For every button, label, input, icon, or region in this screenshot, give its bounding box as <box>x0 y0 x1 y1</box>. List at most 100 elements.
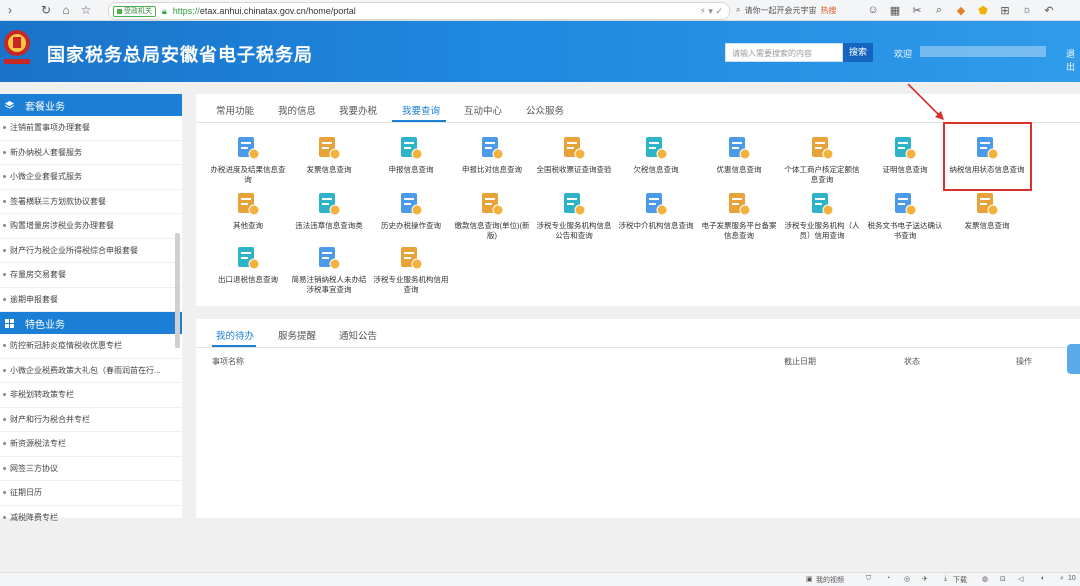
reload-icon[interactable]: ↻ <box>36 0 56 20</box>
scissors-icon[interactable]: ✂ <box>906 0 928 20</box>
site-header: 国家税务总局安徽省电子税务局 请输入需要搜索的内容 搜索 欢迎 退出 <box>0 21 1080 82</box>
sidebar-item-label: 防控新冠肺炎疫情税收优惠专栏 <box>10 341 122 351</box>
video-icon[interactable]: ▣ <box>806 575 813 583</box>
site-search-input[interactable]: 请输入需要搜索的内容 <box>725 43 843 62</box>
bottom-tab-0[interactable]: 我的待办 <box>216 328 254 342</box>
tab-5[interactable]: 公众服务 <box>526 103 564 117</box>
bookmark-star-icon[interactable]: ☆ <box>76 0 96 20</box>
home-icon[interactable]: ⌂ <box>56 0 76 20</box>
service-item-10[interactable]: 其他查询 <box>208 190 288 231</box>
sidebar-item-featured-5[interactable]: 网签三方协议 <box>0 457 182 481</box>
service-label: 发票信息查询 <box>964 221 1010 230</box>
highlight-box <box>943 122 1032 191</box>
browser-icon[interactable]: ◍ <box>982 575 988 583</box>
sidebar-item-package-3[interactable]: 签署横联三方划款协议套餐 <box>0 190 182 214</box>
service-item-11[interactable]: 违法违章信息查询类 <box>289 190 369 231</box>
service-label: 证明信息查询 <box>882 165 928 174</box>
volume-icon[interactable]: ◖ <box>1040 575 1044 582</box>
bottom-tab-1[interactable]: 服务提醒 <box>278 328 316 342</box>
service-item-17[interactable]: 涉税专业服务机构（人员）信用查询 <box>782 190 862 241</box>
back-icon[interactable]: › <box>0 0 20 20</box>
service-item-16[interactable]: 电子发票服务平台备案信息查询 <box>699 190 779 241</box>
certificate-icon <box>895 137 917 160</box>
zoom-icon[interactable]: ⌕ <box>1060 575 1064 583</box>
download-label[interactable]: 下载 <box>953 575 967 585</box>
address-bar[interactable]: 受政机关 🔒︎ https://etax.anhui.chinatax.gov.… <box>108 2 730 20</box>
service-item-7[interactable]: 个体工商户核定定额信息查询 <box>782 134 862 185</box>
sidebar-item-package-6[interactable]: 存量房交易套餐 <box>0 263 182 288</box>
service-item-4[interactable]: 全国税收票证查询查验 <box>534 134 614 175</box>
plugin-icon[interactable]: ◆ <box>950 0 972 20</box>
floating-side-tab[interactable] <box>1067 344 1080 374</box>
bullet-icon <box>3 466 6 470</box>
address-bar-actions[interactable]: ⚡ ▾ ✓ <box>700 3 723 19</box>
sidebar-item-featured-2[interactable]: 非税划转政策专栏 <box>0 383 182 408</box>
sidebar-item-featured-1[interactable]: 小微企业税费政策大礼包（春雨润苗在行... <box>0 359 182 383</box>
sidebar-item-featured-3[interactable]: 财产和行为税合并专栏 <box>0 408 182 432</box>
service-item-8[interactable]: 证明信息查询 <box>865 134 945 175</box>
undo-icon[interactable]: ↶ <box>1038 0 1060 20</box>
sidebar-item-package-7[interactable]: 逾期申报套餐 <box>0 288 182 312</box>
service-item-15[interactable]: 涉税中介机构信息查询 <box>616 190 696 231</box>
service-item-14[interactable]: 涉税专业服务机构信息公告和查询 <box>534 190 614 241</box>
tab-1[interactable]: 我的信息 <box>278 103 316 117</box>
service-item-18[interactable]: 税务文书电子送达确认书查询 <box>865 190 945 241</box>
shield-icon[interactable]: ⬟ <box>972 0 994 20</box>
sidebar-item-package-0[interactable]: 注销前置事项办理套餐 <box>0 116 182 141</box>
column-header-deadline: 截止日期 <box>784 357 816 366</box>
tab-2[interactable]: 我要办税 <box>339 103 377 117</box>
apps-icon[interactable]: ⊞ <box>994 0 1016 20</box>
sidebar-section-package[interactable]: 套餐业务 <box>0 94 182 116</box>
speaker-icon[interactable]: ◁ <box>1018 575 1023 583</box>
hot-search-label[interactable]: 热搜 <box>820 5 836 16</box>
screenshot-icon[interactable]: ⊡ <box>1000 575 1006 583</box>
brightness-icon[interactable]: ☼ <box>1016 0 1038 20</box>
tab-0[interactable]: 常用功能 <box>216 103 254 117</box>
sidebar-item-package-2[interactable]: 小微企业套餐式服务 <box>0 165 182 190</box>
site-search-button[interactable]: 搜索 <box>843 43 873 62</box>
service-item-2[interactable]: 申报信息查询 <box>371 134 451 175</box>
browser-search[interactable]: ⌕ 请你一起开会元宇宙 热搜 <box>736 2 852 18</box>
service-item-13[interactable]: 缴款信息查询(单位)(新版) <box>452 190 532 241</box>
service-item-19[interactable]: 发票信息查询 <box>947 190 1027 231</box>
search-icon[interactable]: ⌕ <box>928 0 950 20</box>
grid-icon[interactable]: ▦ <box>884 0 906 20</box>
tab-3[interactable]: 我要查询 <box>402 103 440 117</box>
my-video-link[interactable]: 我的视频 <box>816 575 844 585</box>
service-item-5[interactable]: 欠税信息查询 <box>616 134 696 175</box>
sidebar-item-package-1[interactable]: 新办纳税人套餐服务 <box>0 141 182 165</box>
bottom-tab-2[interactable]: 通知公告 <box>339 328 377 342</box>
browser-search-input[interactable]: 请你一起开会元宇宙 <box>744 5 816 16</box>
sidebar-item-featured-7[interactable]: 减税降费专栏 <box>0 506 182 530</box>
sidebar-scrollbar[interactable] <box>175 233 180 348</box>
shield-status-icon[interactable]: ⛉ <box>866 575 871 583</box>
sidebar-item-featured-4[interactable]: 新资源税法专栏 <box>0 432 182 457</box>
sidebar-item-label: 非税划转政策专栏 <box>10 390 74 400</box>
sidebar-item-featured-0[interactable]: 防控新冠肺炎疫情税收优惠专栏 <box>0 334 182 359</box>
extension-icon[interactable]: ☺ <box>862 0 884 20</box>
bullet-icon <box>3 248 6 252</box>
tab-4[interactable]: 互动中心 <box>464 103 502 117</box>
service-item-20[interactable]: 出口退税信息查询 <box>208 244 288 285</box>
pin-icon[interactable]: ✈ <box>922 575 928 583</box>
service-item-0[interactable]: 办税进度及结果信息查询 <box>208 134 288 185</box>
logout-link[interactable]: 退出 <box>1066 47 1080 73</box>
sidebar-section-featured[interactable]: 特色业务 <box>0 312 182 334</box>
zoom-level[interactable]: 10 <box>1068 575 1076 582</box>
sidebar-item-featured-6[interactable]: 征期日历 <box>0 481 182 506</box>
download-icon[interactable]: ⤓ <box>944 575 947 583</box>
agency-building-icon <box>401 247 423 270</box>
service-item-1[interactable]: 发票信息查询 <box>289 134 369 175</box>
sidebar-item-package-4[interactable]: 购置增量房涉税业务办理套餐 <box>0 214 182 239</box>
sidebar-item-label: 存量房交易套餐 <box>10 270 66 280</box>
service-item-12[interactable]: 历史办税操作查询 <box>371 190 451 231</box>
sidebar-item-package-5[interactable]: 财产行为税企业所得税综合申报套餐 <box>0 239 182 263</box>
service-item-6[interactable]: 优惠信息查询 <box>699 134 779 175</box>
gauge-icon[interactable]: ◎ <box>904 575 910 583</box>
service-item-22[interactable]: 涉税专业服务机构信用查询 <box>371 244 451 295</box>
user-name-redacted <box>920 46 1046 57</box>
history-icon <box>401 193 423 216</box>
service-item-3[interactable]: 申报比对信息查询 <box>452 134 532 175</box>
service-item-21[interactable]: 简易注销纳税人未办结涉税事宜查询 <box>289 244 369 295</box>
speed-icon[interactable]: ◔ <box>886 575 890 582</box>
